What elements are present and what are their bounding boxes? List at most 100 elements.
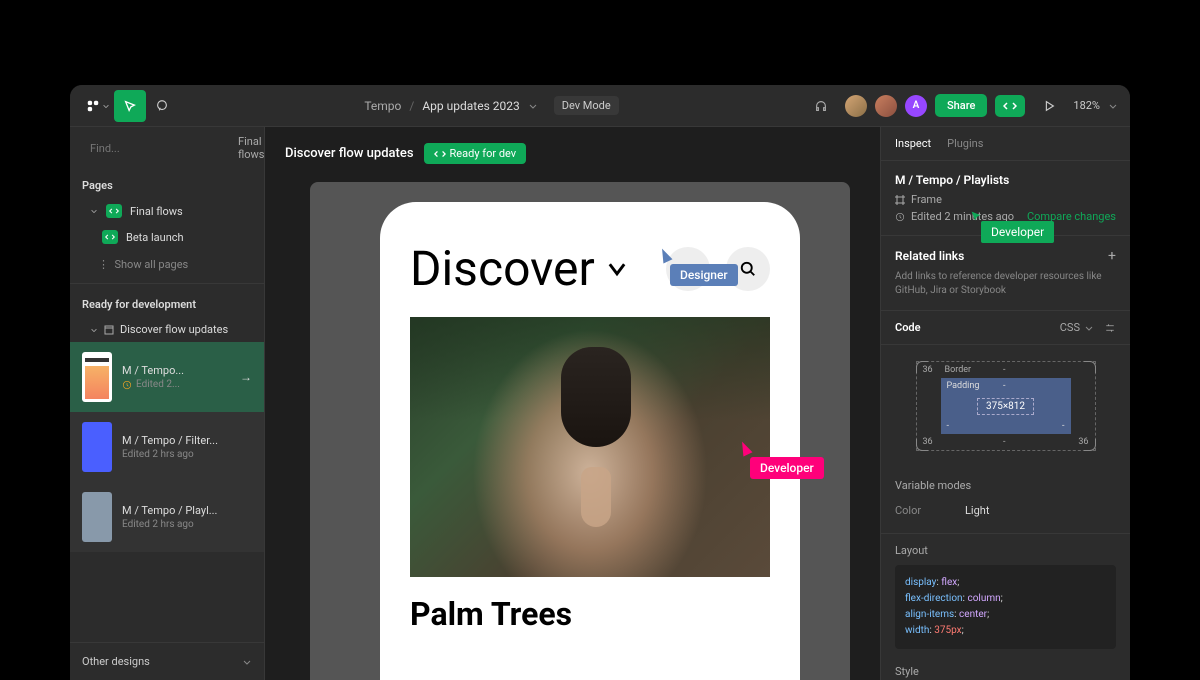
flow-item[interactable]: Discover flow updates <box>70 317 264 342</box>
headphones-icon[interactable] <box>805 90 837 122</box>
flow-name: Discover flow updates <box>120 323 228 336</box>
discover-heading: Discover <box>410 240 650 297</box>
node-type-row: Frame <box>895 193 1116 206</box>
style-label: Style <box>881 657 1130 680</box>
settings-icon[interactable] <box>1104 322 1116 334</box>
add-link-button[interactable]: + <box>1108 248 1116 264</box>
page-item-beta-launch[interactable]: Beta launch <box>70 224 264 250</box>
topbar-left <box>82 90 178 122</box>
clock-icon <box>895 212 905 222</box>
frame-card[interactable]: M / Tempo... Edited 2... → <box>70 342 264 412</box>
card-text: M / Tempo / Playl... Edited 2 hrs ago <box>122 504 252 530</box>
code-section-header: Code CSS <box>881 311 1130 345</box>
related-links-section: Related links + Add links to reference de… <box>881 236 1130 311</box>
zoom-level[interactable]: 182% <box>1073 99 1100 112</box>
css-code-block[interactable]: display: flex; flex-direction: column; a… <box>895 565 1116 649</box>
body: Final flows Pages Final flows Beta launc… <box>70 127 1130 680</box>
avatar-user-2[interactable] <box>875 95 897 117</box>
related-links-description: Add links to reference developer resourc… <box>895 270 1116 298</box>
arrow-right-icon: → <box>240 370 252 384</box>
pages-section-label: Pages <box>70 169 264 198</box>
ready-for-dev-badge[interactable]: Ready for dev <box>424 143 527 164</box>
share-button[interactable]: Share <box>935 94 987 117</box>
card-text: M / Tempo / Filter... Edited 2 hrs ago <box>122 434 252 460</box>
color-key: Color <box>895 504 965 517</box>
left-panel: Final flows Pages Final flows Beta launc… <box>70 127 265 680</box>
dev-mode-toggle[interactable] <box>995 95 1025 117</box>
move-tool-button[interactable] <box>114 90 146 122</box>
search-filter-dropdown[interactable]: Final flows <box>238 135 265 161</box>
card-title: M / Tempo / Playl... <box>122 504 252 517</box>
search-row: Final flows <box>70 127 264 169</box>
chevron-down-icon[interactable] <box>1108 101 1118 111</box>
dev-ready-icon <box>106 204 122 218</box>
card-text: M / Tempo... Edited 2... <box>122 364 230 390</box>
card-subtitle: Edited 2 hrs ago <box>122 449 252 460</box>
thumbnail <box>82 422 112 472</box>
play-icon[interactable] <box>1033 90 1065 122</box>
node-info-section: M / Tempo / Playlists Frame Edited 2 min… <box>881 161 1130 236</box>
chevron-down-icon[interactable] <box>528 101 538 111</box>
variable-modes-label: Variable modes <box>895 479 1116 492</box>
right-panel: Inspect Plugins M / Tempo / Playlists Fr… <box>880 127 1130 680</box>
node-path: M / Tempo / Playlists <box>895 173 1116 187</box>
section-icon <box>104 325 114 335</box>
song-title: Palm Trees <box>410 595 770 633</box>
frame-card[interactable]: M / Tempo / Filter... Edited 2 hrs ago <box>70 412 264 482</box>
app-window: Tempo / App updates 2023 Dev Mode A Shar… <box>70 85 1130 680</box>
frame-card[interactable]: M / Tempo / Playl... Edited 2 hrs ago <box>70 482 264 552</box>
variable-modes-section: Variable modes ColorLight <box>881 467 1130 534</box>
figma-menu-button[interactable] <box>82 90 114 122</box>
frame-icon <box>895 195 905 205</box>
thumbnail <box>82 492 112 542</box>
design-frame[interactable]: Discover Palm Trees Designer Developer <box>310 182 850 680</box>
chevron-down-icon <box>605 257 629 281</box>
tab-plugins[interactable]: Plugins <box>947 137 983 150</box>
chevron-down-icon <box>90 207 98 215</box>
multiplayer-cursor-developer: Developer <box>750 457 824 479</box>
canvas-header: Discover flow updates Ready for dev <box>285 143 526 164</box>
card-subtitle: Edited 2 hrs ago <box>122 519 252 530</box>
tab-inspect[interactable]: Inspect <box>895 137 931 150</box>
code-label: Code <box>895 321 921 334</box>
canvas[interactable]: Discover flow updates Ready for dev Disc… <box>265 127 880 680</box>
ready-section-label: Ready for development <box>70 288 264 317</box>
dev-mode-badge[interactable]: Dev Mode <box>554 96 619 115</box>
search-input[interactable] <box>90 142 230 155</box>
thumbnail <box>82 352 112 402</box>
breadcrumb-root[interactable]: Tempo <box>364 99 401 113</box>
chevron-down-icon <box>90 326 98 334</box>
layout-label: Layout <box>881 534 1130 557</box>
page-name: Final flows <box>130 205 183 218</box>
topbar-right: A Share 182% <box>805 90 1118 122</box>
box-model-diagram: 36 Border - 36 36 - Padding - 375×812 - … <box>881 345 1130 467</box>
canvas-title: Discover flow updates <box>285 146 414 161</box>
color-value: Light <box>965 504 989 517</box>
dev-ready-icon <box>102 230 118 244</box>
hero-image <box>410 317 770 577</box>
clock-icon <box>122 380 132 390</box>
breadcrumb-separator: / <box>409 99 414 113</box>
chevron-down-icon <box>242 657 252 667</box>
box-model-dimensions: 375×812 <box>977 398 1034 415</box>
multiplayer-cursor-developer: Developer <box>981 221 1054 243</box>
inspector-tabs: Inspect Plugins <box>881 127 1130 161</box>
page-item-final-flows[interactable]: Final flows <box>70 198 264 224</box>
card-title: M / Tempo / Filter... <box>122 434 252 447</box>
divider <box>70 283 264 284</box>
comment-tool-button[interactable] <box>146 90 178 122</box>
other-designs-toggle[interactable]: Other designs <box>70 642 264 680</box>
show-all-pages-button[interactable]: ⋮ Show all pages <box>70 250 264 279</box>
avatar-user-1[interactable] <box>845 95 867 117</box>
breadcrumb: Tempo / App updates 2023 Dev Mode <box>178 96 805 115</box>
code-language-dropdown[interactable]: CSS <box>1060 321 1116 334</box>
related-links-label: Related links <box>895 249 964 263</box>
cursor-icon <box>969 209 983 223</box>
multiplayer-cursor-designer: Designer <box>670 264 738 286</box>
card-title: M / Tempo... <box>122 364 230 377</box>
topbar: Tempo / App updates 2023 Dev Mode A Shar… <box>70 85 1130 127</box>
breadcrumb-page[interactable]: App updates 2023 <box>422 99 519 113</box>
card-subtitle: Edited 2... <box>122 379 230 390</box>
avatar-user-3[interactable]: A <box>905 95 927 117</box>
page-name: Beta launch <box>126 231 184 244</box>
